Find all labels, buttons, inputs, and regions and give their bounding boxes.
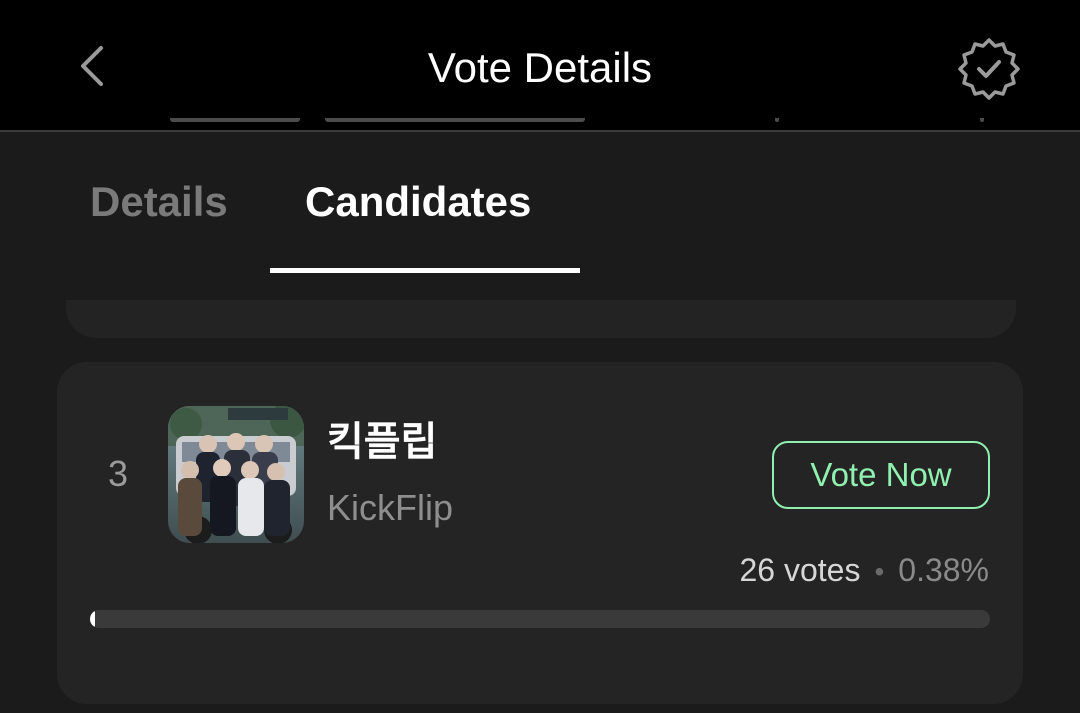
tab-candidates[interactable]: Candidates bbox=[305, 176, 531, 228]
verified-badge-button[interactable] bbox=[955, 36, 1023, 104]
group-photo-thumbnail bbox=[168, 406, 304, 543]
candidate-avatar[interactable] bbox=[168, 406, 304, 543]
verified-badge-icon bbox=[957, 36, 1021, 105]
candidate-rank: 3 bbox=[107, 453, 129, 494]
vote-now-button[interactable]: Vote Now bbox=[772, 441, 990, 509]
vote-stats: 26 votes • 0.38% bbox=[739, 548, 989, 594]
top-bar: Vote Details bbox=[0, 0, 1080, 132]
previous-candidate-card-edge bbox=[66, 300, 1016, 338]
vote-progress-bar bbox=[90, 610, 990, 628]
active-tab-indicator bbox=[270, 268, 580, 273]
tab-bar: Details Candidates bbox=[0, 150, 1080, 280]
candidate-name-korean: 킥플립 bbox=[327, 420, 438, 464]
page-title: Vote Details bbox=[427, 44, 653, 91]
separator-dot: • bbox=[874, 556, 885, 587]
tab-details[interactable]: Details bbox=[90, 176, 228, 228]
candidate-name-english: KickFlip bbox=[327, 487, 454, 528]
scrolled-content-edge bbox=[160, 118, 1000, 134]
vote-count: 26 votes bbox=[739, 552, 861, 588]
vote-percentage: 0.38% bbox=[898, 552, 989, 588]
